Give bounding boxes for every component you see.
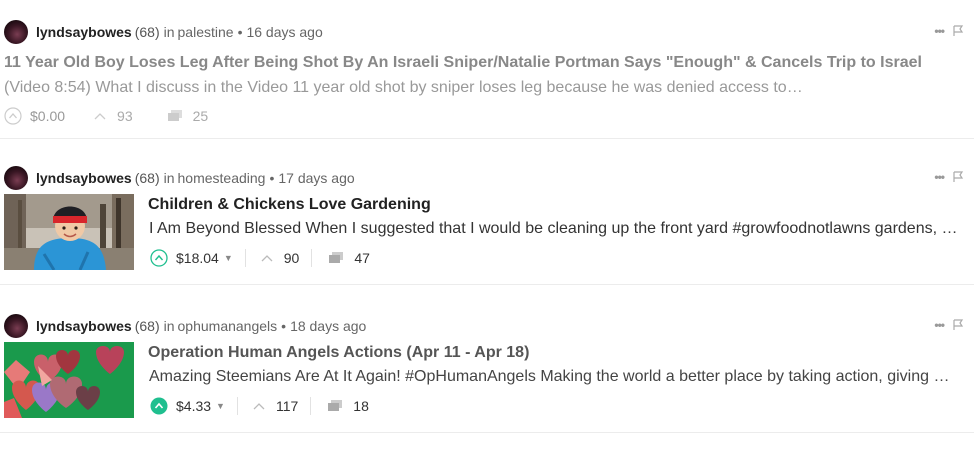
vote-count-value: 93 [117, 108, 133, 124]
comment-count-value: 47 [354, 250, 370, 266]
vote-count[interactable]: 90 [258, 250, 300, 266]
post-header: lyndsaybowes (68) in ophumanangels • 18 … [4, 314, 366, 338]
avatar[interactable] [4, 314, 28, 338]
post-summary[interactable]: I Am Beyond Blessed When I suggested tha… [149, 220, 961, 238]
comment-count[interactable]: 47 [324, 250, 370, 266]
post-header: lyndsaybowes (68) in palestine • 16 days… [4, 20, 323, 44]
post-summary[interactable]: Amazing Steemians Are At It Again! #OpHu… [149, 368, 961, 386]
comment-count-value: 25 [192, 108, 209, 124]
avatar[interactable] [4, 20, 28, 44]
comment-icon [328, 400, 343, 411]
upvote-icon-active[interactable] [150, 397, 168, 415]
community-link[interactable]: homesteading [178, 170, 266, 186]
separator: • [269, 170, 275, 186]
chevron-up-icon [94, 113, 106, 120]
post-tools: ••• [934, 170, 964, 184]
separator: • [281, 318, 287, 334]
post-age[interactable]: 16 days ago [246, 24, 322, 40]
payout: $0.00 [4, 107, 65, 125]
author-link[interactable]: lyndsaybowes [36, 318, 132, 334]
in-label: in [163, 170, 175, 186]
flag-icon[interactable] [952, 171, 964, 183]
comment-icon [329, 252, 344, 263]
divider [310, 397, 312, 415]
payout-value[interactable]: $18.04 [176, 250, 219, 266]
post-tools: ••• [934, 24, 964, 38]
comment-count[interactable]: 18 [323, 398, 369, 414]
ellipsis-icon[interactable]: ••• [934, 24, 945, 38]
vote-count[interactable]: 93 [91, 108, 133, 124]
comment-count[interactable]: 25 [163, 108, 209, 124]
paper-hearts-photo [4, 342, 134, 418]
flag-icon[interactable] [952, 319, 964, 331]
flag-icon[interactable] [952, 25, 964, 37]
ellipsis-icon[interactable]: ••• [934, 318, 945, 332]
divider [311, 249, 313, 267]
ellipsis-icon[interactable]: ••• [934, 170, 945, 184]
divider [236, 397, 238, 415]
upvote-icon[interactable] [4, 107, 22, 125]
post-feed: lyndsaybowes (68) in palestine • 16 days… [0, 0, 974, 461]
post-actions: $0.00 93 25 [4, 105, 208, 127]
post-actions: $4.33 ▼ 117 18 [150, 395, 369, 417]
payout-value[interactable]: $4.33 [176, 398, 211, 414]
post-summary[interactable]: (Video 8:54) What I discuss in the Video… [4, 79, 944, 97]
author-reputation: (68) [134, 318, 160, 334]
community-link[interactable]: ophumanangels [178, 318, 278, 334]
payout: $18.04 ▼ [150, 249, 233, 267]
author-reputation: (68) [134, 170, 160, 186]
child-in-blue-jacket-photo [4, 194, 134, 270]
post-tools: ••• [934, 318, 964, 332]
comment-icon [167, 110, 182, 121]
post-title[interactable]: 11 Year Old Boy Loses Leg After Being Sh… [4, 54, 944, 72]
comment-count-value: 18 [353, 398, 369, 414]
payout: $4.33 ▼ [150, 397, 225, 415]
post-item: lyndsaybowes (68) in homesteading • 17 d… [0, 158, 974, 285]
in-label: in [163, 24, 175, 40]
upvote-icon[interactable] [150, 249, 168, 267]
post-thumbnail[interactable] [4, 342, 134, 418]
post-thumbnail[interactable] [4, 194, 134, 270]
post-age[interactable]: 18 days ago [290, 318, 366, 334]
vote-count[interactable]: 117 [250, 398, 298, 414]
vote-count-value: 117 [275, 398, 299, 414]
separator: • [237, 24, 243, 40]
post-item: lyndsaybowes (68) in palestine • 16 days… [0, 12, 974, 139]
post-header: lyndsaybowes (68) in homesteading • 17 d… [4, 166, 355, 190]
post-actions: $18.04 ▼ 90 47 [150, 247, 370, 269]
post-title[interactable]: Operation Human Angels Actions (Apr 11 -… [148, 344, 948, 362]
author-link[interactable]: lyndsaybowes [36, 170, 132, 186]
chevron-up-icon [261, 255, 273, 262]
community-link[interactable]: palestine [178, 24, 234, 40]
author-link[interactable]: lyndsaybowes [36, 24, 132, 40]
post-item: lyndsaybowes (68) in ophumanangels • 18 … [0, 306, 974, 433]
caret-down-icon[interactable]: ▼ [216, 401, 225, 411]
in-label: in [163, 318, 175, 334]
author-reputation: (68) [134, 24, 160, 40]
caret-down-icon[interactable]: ▼ [224, 253, 233, 263]
post-title[interactable]: Children & Chickens Love Gardening [148, 196, 948, 214]
divider [244, 249, 246, 267]
post-age[interactable]: 17 days ago [278, 170, 354, 186]
chevron-up-icon [253, 403, 265, 410]
vote-count-value: 90 [283, 250, 300, 266]
payout-value[interactable]: $0.00 [30, 108, 65, 124]
avatar[interactable] [4, 166, 28, 190]
